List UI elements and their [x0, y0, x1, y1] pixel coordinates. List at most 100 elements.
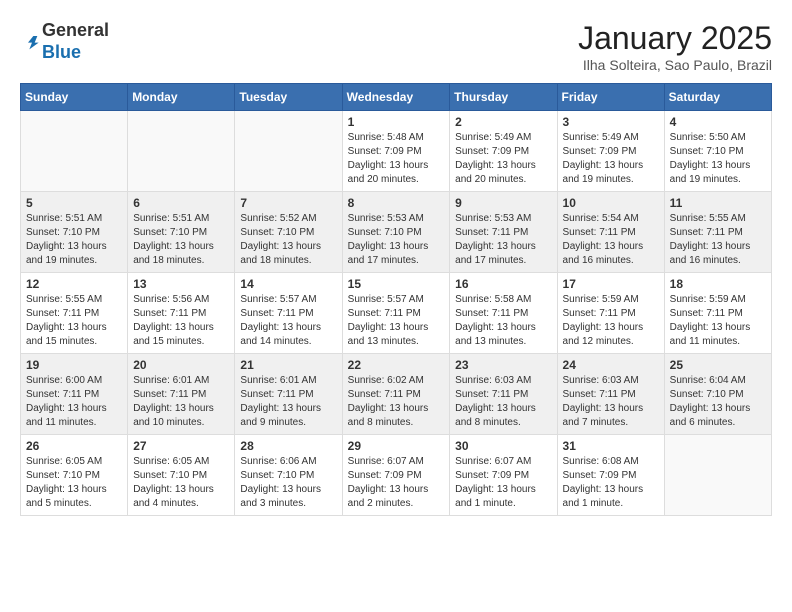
day-info: Sunrise: 5:58 AM Sunset: 7:11 PM Dayligh… — [455, 293, 551, 349]
calendar-day: 1 Sunrise: 5:48 AM Sunset: 7:09 PM Daylig… — [342, 111, 450, 192]
calendar-day — [128, 111, 235, 192]
day-number: 23 — [455, 358, 551, 372]
day-number: 10 — [563, 196, 659, 210]
day-number: 13 — [133, 277, 229, 291]
logo-icon — [20, 32, 40, 52]
day-info: Sunrise: 5:48 AM Sunset: 7:09 PM Dayligh… — [348, 131, 445, 187]
day-info: Sunrise: 6:01 AM Sunset: 7:11 PM Dayligh… — [133, 374, 229, 430]
calendar-day — [21, 111, 128, 192]
day-number: 22 — [348, 358, 445, 372]
logo-blue: Blue — [42, 42, 81, 62]
day-info: Sunrise: 5:59 AM Sunset: 7:11 PM Dayligh… — [563, 293, 659, 349]
calendar-title: January 2025 — [578, 20, 772, 57]
calendar-day: 6 Sunrise: 5:51 AM Sunset: 7:10 PM Daylig… — [128, 192, 235, 273]
calendar-day: 31 Sunrise: 6:08 AM Sunset: 7:09 PM Dayli… — [557, 435, 664, 516]
day-number: 3 — [563, 115, 659, 129]
calendar-day — [235, 111, 342, 192]
day-number: 24 — [563, 358, 659, 372]
calendar-day: 22 Sunrise: 6:02 AM Sunset: 7:11 PM Dayli… — [342, 354, 450, 435]
day-number: 17 — [563, 277, 659, 291]
page-header: General Blue January 2025 Ilha Solteira,… — [20, 20, 772, 73]
day-info: Sunrise: 5:56 AM Sunset: 7:11 PM Dayligh… — [133, 293, 229, 349]
calendar-week-5: 26 Sunrise: 6:05 AM Sunset: 7:10 PM Dayli… — [21, 435, 772, 516]
header-monday: Monday — [128, 84, 235, 111]
title-block: January 2025 Ilha Solteira, Sao Paulo, B… — [578, 20, 772, 73]
day-info: Sunrise: 6:01 AM Sunset: 7:11 PM Dayligh… — [240, 374, 336, 430]
day-info: Sunrise: 6:00 AM Sunset: 7:11 PM Dayligh… — [26, 374, 122, 430]
day-info: Sunrise: 5:55 AM Sunset: 7:11 PM Dayligh… — [26, 293, 122, 349]
calendar-day: 21 Sunrise: 6:01 AM Sunset: 7:11 PM Dayli… — [235, 354, 342, 435]
calendar-day: 9Sunrise: 5:53 AM Sunset: 7:11 PM Daylig… — [450, 192, 557, 273]
header-sunday: Sunday — [21, 84, 128, 111]
day-info: Sunrise: 6:02 AM Sunset: 7:11 PM Dayligh… — [348, 374, 445, 430]
day-number: 14 — [240, 277, 336, 291]
day-number: 20 — [133, 358, 229, 372]
day-info: Sunrise: 5:55 AM Sunset: 7:11 PM Dayligh… — [670, 212, 766, 268]
day-info: Sunrise: 5:53 AM Sunset: 7:10 PM Dayligh… — [348, 212, 445, 268]
header-friday: Friday — [557, 84, 664, 111]
day-info: Sunrise: 5:57 AM Sunset: 7:11 PM Dayligh… — [348, 293, 445, 349]
day-number: 29 — [348, 439, 445, 453]
logo-general: General — [42, 20, 109, 40]
day-number: 18 — [670, 277, 766, 291]
day-number: 2 — [455, 115, 551, 129]
day-info: Sunrise: 6:07 AM Sunset: 7:09 PM Dayligh… — [455, 455, 551, 511]
day-number: 19 — [26, 358, 122, 372]
day-number: 4 — [670, 115, 766, 129]
calendar-day: 7 Sunrise: 5:52 AM Sunset: 7:10 PM Daylig… — [235, 192, 342, 273]
calendar-week-2: 5 Sunrise: 5:51 AM Sunset: 7:10 PM Daylig… — [21, 192, 772, 273]
calendar-day: 16 Sunrise: 5:58 AM Sunset: 7:11 PM Dayli… — [450, 273, 557, 354]
day-number: 15 — [348, 277, 445, 291]
calendar-subtitle: Ilha Solteira, Sao Paulo, Brazil — [578, 57, 772, 73]
calendar-day: 20 Sunrise: 6:01 AM Sunset: 7:11 PM Dayli… — [128, 354, 235, 435]
calendar-day: 2 Sunrise: 5:49 AM Sunset: 7:09 PM Daylig… — [450, 111, 557, 192]
day-number: 1 — [348, 115, 445, 129]
day-number: 6 — [133, 196, 229, 210]
day-number: 7 — [240, 196, 336, 210]
header-tuesday: Tuesday — [235, 84, 342, 111]
day-info: Sunrise: 6:03 AM Sunset: 7:11 PM Dayligh… — [563, 374, 659, 430]
calendar-week-3: 12 Sunrise: 5:55 AM Sunset: 7:11 PM Dayli… — [21, 273, 772, 354]
calendar-day: 4Sunrise: 5:50 AM Sunset: 7:10 PM Daylig… — [664, 111, 771, 192]
day-number: 11 — [670, 196, 766, 210]
day-info: Sunrise: 5:49 AM Sunset: 7:09 PM Dayligh… — [455, 131, 551, 187]
calendar-day: 27 Sunrise: 6:05 AM Sunset: 7:10 PM Dayli… — [128, 435, 235, 516]
calendar-header-row: SundayMondayTuesdayWednesdayThursdayFrid… — [21, 84, 772, 111]
day-number: 8 — [348, 196, 445, 210]
calendar-day: 26Sunrise: 6:05 AM Sunset: 7:10 PM Dayli… — [21, 435, 128, 516]
day-info: Sunrise: 5:52 AM Sunset: 7:10 PM Dayligh… — [240, 212, 336, 268]
calendar-day: 14 Sunrise: 5:57 AM Sunset: 7:11 PM Dayli… — [235, 273, 342, 354]
day-number: 12 — [26, 277, 122, 291]
day-number: 26 — [26, 439, 122, 453]
calendar-day: 5 Sunrise: 5:51 AM Sunset: 7:10 PM Daylig… — [21, 192, 128, 273]
calendar-day: 17 Sunrise: 5:59 AM Sunset: 7:11 PM Dayli… — [557, 273, 664, 354]
day-number: 21 — [240, 358, 336, 372]
day-number: 27 — [133, 439, 229, 453]
day-info: Sunrise: 5:51 AM Sunset: 7:10 PM Dayligh… — [26, 212, 122, 268]
day-number: 16 — [455, 277, 551, 291]
day-number: 31 — [563, 439, 659, 453]
day-info: Sunrise: 6:08 AM Sunset: 7:09 PM Dayligh… — [563, 455, 659, 511]
calendar-day: 19 Sunrise: 6:00 AM Sunset: 7:11 PM Dayli… — [21, 354, 128, 435]
day-number: 9 — [455, 196, 551, 210]
day-info: Sunrise: 5:57 AM Sunset: 7:11 PM Dayligh… — [240, 293, 336, 349]
day-info: Sunrise: 6:07 AM Sunset: 7:09 PM Dayligh… — [348, 455, 445, 511]
calendar-day: 23Sunrise: 6:03 AM Sunset: 7:11 PM Dayli… — [450, 354, 557, 435]
day-number: 5 — [26, 196, 122, 210]
day-info: Sunrise: 5:51 AM Sunset: 7:10 PM Dayligh… — [133, 212, 229, 268]
calendar-day: 8 Sunrise: 5:53 AM Sunset: 7:10 PM Daylig… — [342, 192, 450, 273]
day-info: Sunrise: 6:06 AM Sunset: 7:10 PM Dayligh… — [240, 455, 336, 511]
day-info: Sunrise: 5:59 AM Sunset: 7:11 PM Dayligh… — [670, 293, 766, 349]
calendar-day: 3 Sunrise: 5:49 AM Sunset: 7:09 PM Daylig… — [557, 111, 664, 192]
calendar-day: 24 Sunrise: 6:03 AM Sunset: 7:11 PM Dayli… — [557, 354, 664, 435]
header-wednesday: Wednesday — [342, 84, 450, 111]
day-info: Sunrise: 6:05 AM Sunset: 7:10 PM Dayligh… — [133, 455, 229, 511]
calendar-week-4: 19 Sunrise: 6:00 AM Sunset: 7:11 PM Dayli… — [21, 354, 772, 435]
header-saturday: Saturday — [664, 84, 771, 111]
day-info: Sunrise: 5:49 AM Sunset: 7:09 PM Dayligh… — [563, 131, 659, 187]
day-number: 25 — [670, 358, 766, 372]
logo-text: General Blue — [42, 20, 109, 63]
calendar-day: 30Sunrise: 6:07 AM Sunset: 7:09 PM Dayli… — [450, 435, 557, 516]
calendar-day: 11 Sunrise: 5:55 AM Sunset: 7:11 PM Dayli… — [664, 192, 771, 273]
calendar-day: 15 Sunrise: 5:57 AM Sunset: 7:11 PM Dayli… — [342, 273, 450, 354]
